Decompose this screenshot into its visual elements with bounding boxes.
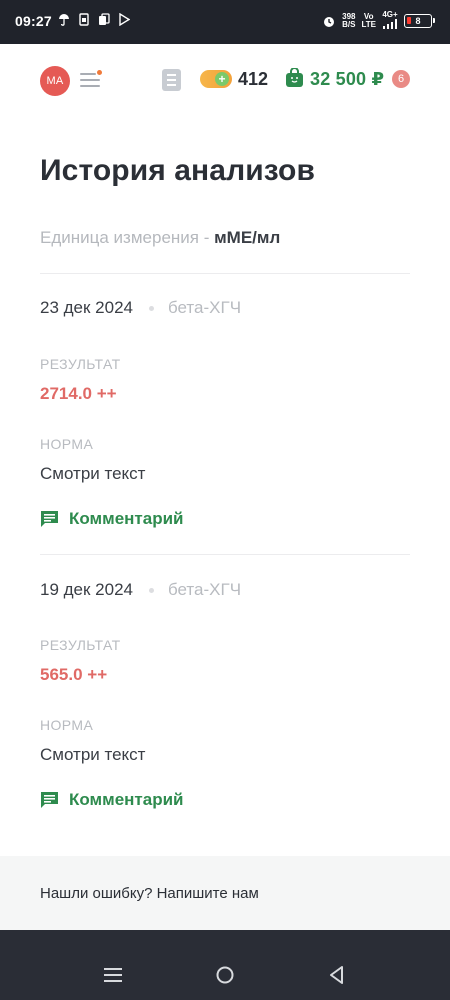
comment-button[interactable]: Комментарий — [40, 790, 183, 810]
status-system-icons: 398 B/S Vo LTE 4G+ 8 — [322, 11, 435, 31]
feedback-link[interactable]: Нашли ошибку? Напишите нам — [40, 885, 259, 902]
notification-dot — [97, 70, 102, 75]
play-store-icon — [119, 13, 130, 26]
home-icon[interactable] — [213, 964, 237, 986]
signal-bars-icon — [383, 19, 397, 29]
page-title: История анализов — [40, 154, 315, 187]
status-bar: 09:27 398 B/S Vo LTE 4G+ 8 — [0, 0, 450, 44]
sim-icon — [79, 13, 89, 26]
coin-plus-icon[interactable]: + — [200, 70, 232, 88]
norm-label: НОРМА — [40, 717, 94, 733]
alarm-icon — [324, 17, 335, 27]
avatar[interactable]: MA — [40, 66, 70, 96]
unit-value: мМЕ/мл — [214, 228, 281, 247]
network-speed: 398 B/S — [342, 12, 356, 29]
record-test-name: бета-ХГЧ — [168, 298, 242, 317]
copy-icon — [99, 13, 110, 25]
record-date: 19 дек 2024 — [40, 580, 133, 599]
list-icon[interactable] — [162, 69, 181, 91]
record-test-name: бета-ХГЧ — [168, 580, 242, 599]
result-label: РЕЗУЛЬТАТ — [40, 637, 121, 653]
feedback-footer: Нашли ошибку? Напишите нам — [0, 856, 450, 930]
record-date: 23 дек 2024 — [40, 298, 133, 317]
umbrella-icon — [59, 14, 69, 26]
comment-icon — [41, 511, 58, 527]
record-header: 19 дек 2024 бета-ХГЧ — [40, 580, 241, 600]
norm-value: Смотри текст — [40, 745, 146, 764]
record-header: 23 дек 2024 бета-ХГЧ — [40, 298, 241, 318]
divider — [40, 273, 410, 274]
comment-button[interactable]: Комментарий — [40, 509, 183, 529]
cart-balance[interactable]: 32 500 ₽ — [310, 69, 384, 90]
system-nav-bar — [0, 950, 450, 1000]
volte-indicator: Vo LTE — [361, 12, 376, 29]
hamburger-icon[interactable] — [80, 70, 104, 92]
comment-label: Комментарий — [69, 509, 184, 528]
status-time: 09:27 — [15, 13, 52, 29]
back-icon[interactable] — [325, 964, 349, 986]
unit-label: Единица измерения - — [40, 228, 215, 247]
shopping-bag-icon[interactable] — [286, 68, 303, 87]
comment-icon — [41, 792, 58, 808]
result-value: 565.0 ++ — [40, 665, 108, 684]
norm-label: НОРМА — [40, 436, 94, 452]
result-label: РЕЗУЛЬТАТ — [40, 356, 121, 372]
app-header: MA + 412 32 500 ₽ 6 — [0, 44, 450, 116]
recent-apps-icon[interactable] — [101, 964, 125, 986]
signal-indicator: 4G+ — [382, 11, 398, 31]
divider — [40, 554, 410, 555]
coins-balance[interactable]: 412 — [238, 69, 268, 90]
unit-line: Единица измерения - мМЕ/мл — [40, 228, 280, 248]
footer-dark-strip — [0, 930, 450, 950]
comment-label: Комментарий — [69, 790, 184, 809]
norm-value: Смотри текст — [40, 464, 146, 483]
cart-count-badge: 6 — [392, 70, 410, 88]
status-notification-icons — [58, 13, 130, 26]
battery-indicator: 8 — [404, 14, 435, 28]
result-value: 2714.0 ++ — [40, 384, 117, 403]
